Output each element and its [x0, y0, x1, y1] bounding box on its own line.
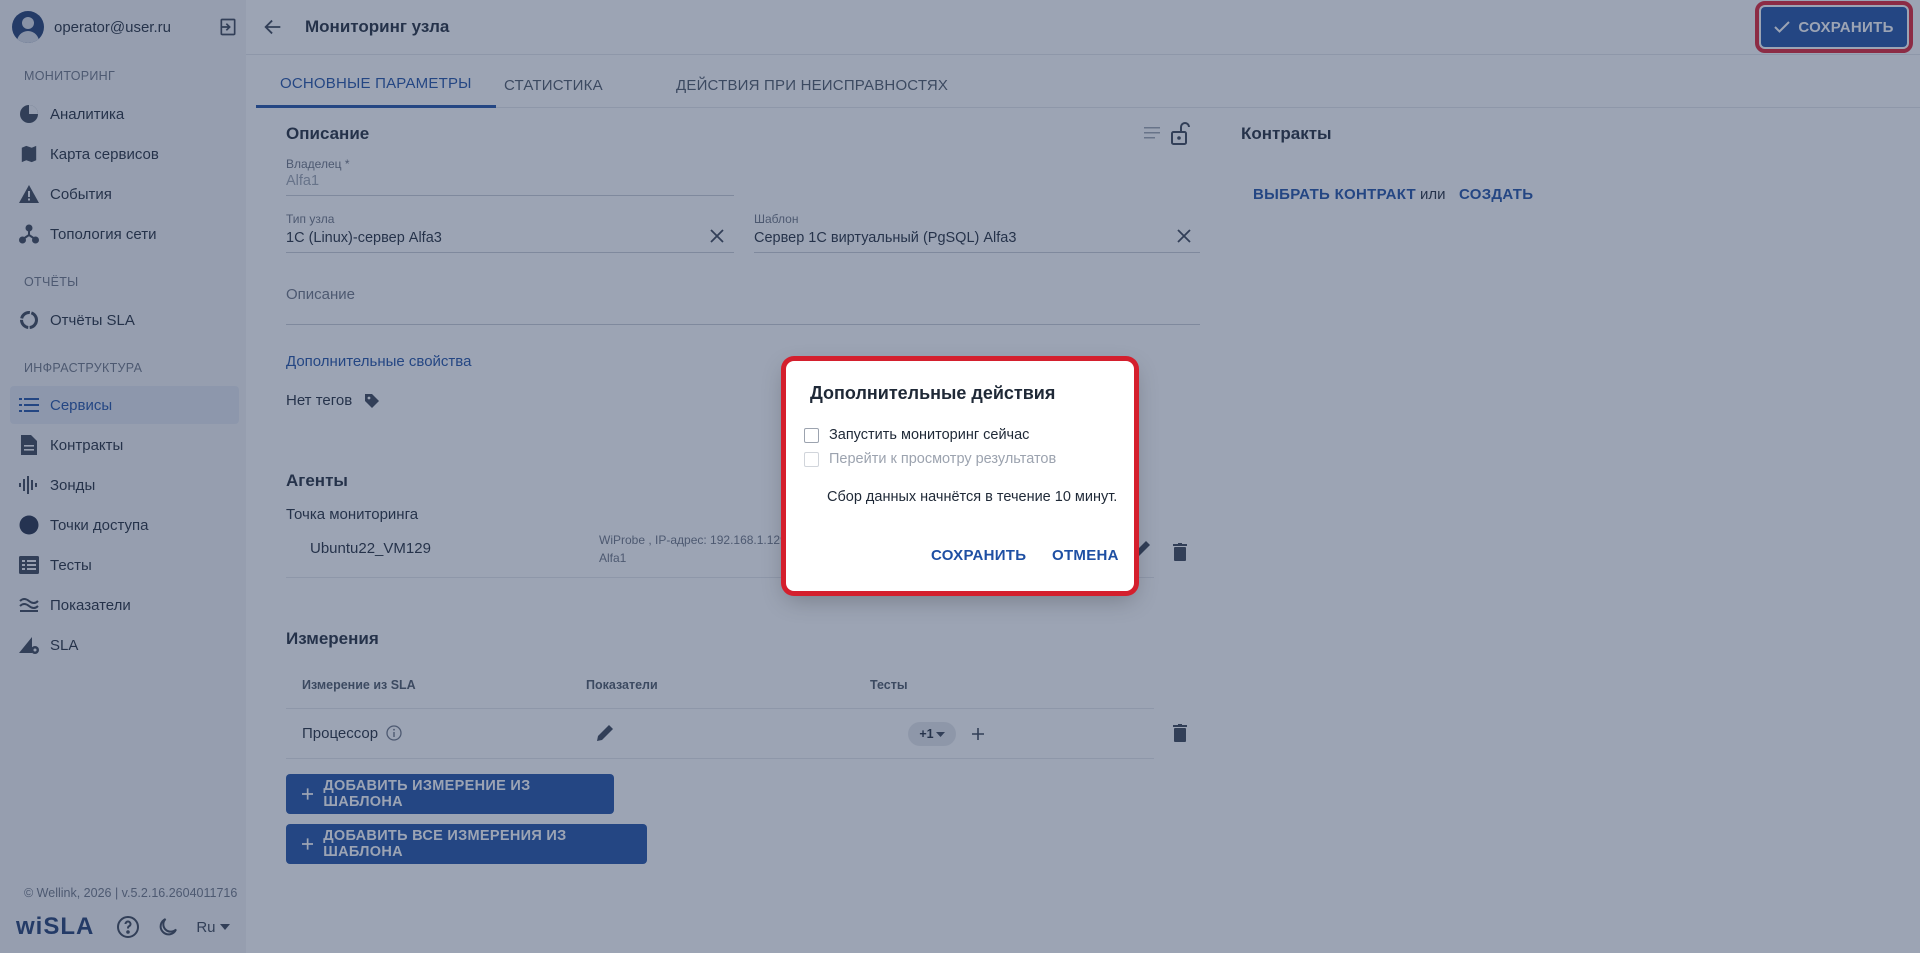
dialog-note: Сбор данных начнётся в течение 10 минут.	[827, 489, 1118, 505]
checkbox-label: Перейти к просмотру результатов	[829, 451, 1057, 467]
dialog-save-button[interactable]: СОХРАНИТЬ	[931, 547, 1026, 564]
additional-actions-dialog: Дополнительные действия Запустить монито…	[786, 361, 1134, 591]
checkbox-box	[804, 451, 819, 467]
checkbox-label: Запустить мониторинг сейчас	[829, 427, 1030, 443]
start-monitoring-checkbox[interactable]: Запустить мониторинг сейчас	[804, 427, 1029, 443]
view-results-checkbox: Перейти к просмотру результатов	[804, 451, 1056, 467]
dialog-title: Дополнительные действия	[810, 383, 1056, 403]
dialog-cancel-button[interactable]: ОТМЕНА	[1052, 547, 1119, 564]
checkbox-box[interactable]	[804, 427, 819, 443]
